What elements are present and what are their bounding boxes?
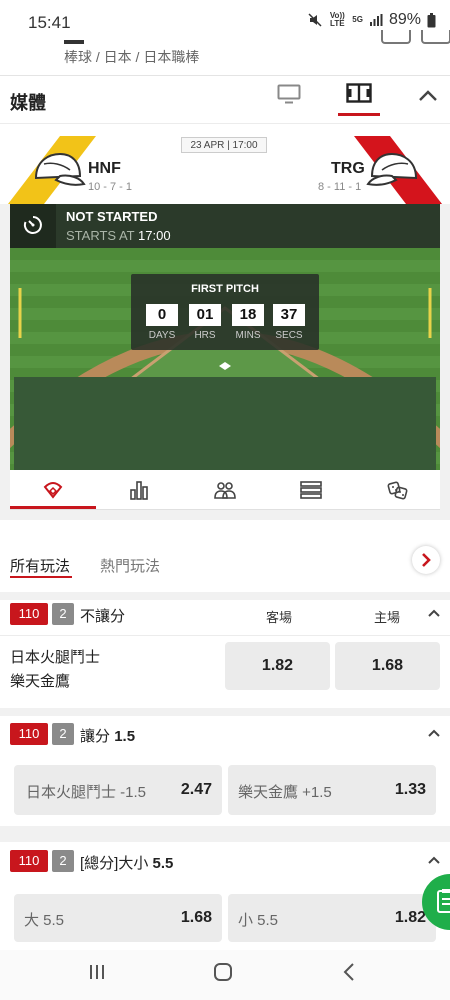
odds-value: 2.47 — [180, 781, 212, 798]
stats-icon[interactable] — [129, 480, 149, 500]
odds-button-option2[interactable]: 樂天金鷹 +1.5 1.33 — [228, 765, 436, 815]
media-tab-underline — [338, 113, 380, 116]
countdown-minutes-value: 18 — [232, 304, 264, 326]
market-title: [總分]大小 5.5 — [80, 852, 173, 873]
status-icons: Vo)) LTE 5G 89% — [308, 11, 436, 29]
field-overlay-panel — [14, 377, 436, 470]
odds-button-over[interactable]: 大 5.5 1.68 — [14, 894, 222, 942]
market-code-badge: 110 — [10, 850, 48, 872]
home-cap-icon — [34, 152, 86, 186]
odds-button-option1[interactable]: 日本火腿鬥士 -1.5 2.47 — [14, 765, 222, 815]
starts-at-time: 17:00 — [138, 228, 171, 243]
clipboard-icon — [437, 889, 450, 913]
market-code-badge: 110 — [10, 723, 48, 745]
odds-label: 日本火腿鬥士 -1.5 — [26, 784, 147, 801]
media-bar — [0, 76, 450, 124]
market-count-badge: 2 — [52, 850, 74, 872]
market-title: 讓分 1.5 — [80, 725, 135, 746]
active-tab-underline — [10, 506, 96, 509]
market-title-text: [總分]大小 — [80, 855, 149, 872]
status-time: 15:41 — [28, 13, 71, 32]
countdown-hours-value: 01 — [189, 304, 221, 326]
signal-icon — [369, 14, 383, 26]
field-icon[interactable] — [43, 481, 63, 499]
countdown-minutes-label: MINS — [235, 330, 261, 341]
odds-value: 1.68 — [371, 657, 404, 674]
recent-apps-icon[interactable] — [88, 963, 106, 981]
market-title-text: 讓分 — [80, 728, 111, 745]
collapse-chevron-icon[interactable] — [428, 729, 440, 737]
network-5g-label: 5G — [352, 15, 363, 24]
mute-icon — [308, 13, 322, 27]
column-home-label: 主場 — [374, 610, 401, 625]
starts-at-label: STARTS AT — [66, 228, 135, 243]
collapse-chevron-icon[interactable] — [428, 856, 440, 864]
standings-icon[interactable] — [300, 481, 322, 499]
home-team-record: 10 - 7 - 1 — [88, 181, 133, 193]
odds-value: 1.68 — [180, 909, 212, 926]
away-team-name: TRG — [331, 160, 365, 177]
odds-button-away[interactable]: 1.82 — [225, 642, 330, 690]
match-status: NOT STARTED — [66, 209, 158, 224]
start-time-line: STARTS AT 17:00 — [66, 228, 171, 243]
home-team-name: HNF — [88, 160, 121, 177]
countdown-days-value: 0 — [146, 304, 178, 326]
match-datetime: 23 APR | 17:00 — [181, 137, 267, 153]
away-cap-icon — [366, 152, 418, 186]
dice-icon[interactable] — [387, 480, 409, 500]
collapse-chevron-icon[interactable] — [428, 609, 440, 617]
market-count-badge: 2 — [52, 603, 74, 625]
chevron-right-icon — [422, 553, 431, 567]
odds-value: 1.82 — [394, 909, 426, 926]
odds-button-home[interactable]: 1.68 — [335, 642, 440, 690]
odds-label: 樂天金鷹 +1.5 — [238, 784, 332, 801]
back-icon[interactable] — [342, 962, 356, 982]
odds-label: 小 5.5 — [238, 912, 279, 929]
countdown-panel: FIRST PITCH 0 01 18 37 DAYS HRS MINS SEC… — [131, 274, 319, 350]
lineup-icon[interactable] — [214, 481, 236, 499]
home-icon[interactable] — [213, 962, 233, 982]
odds-value: 1.82 — [261, 657, 294, 674]
chevron-up-icon[interactable] — [418, 90, 438, 102]
market-title-line: 5.5 — [152, 855, 174, 872]
app-root: 15:41 Vo)) LTE 5G 89% 棒球 / 日本 / 日本職棒 媒體 — [0, 0, 450, 1000]
header-button-1[interactable] — [381, 30, 411, 44]
away-team-record: 8 - 11 - 1 — [318, 181, 362, 193]
team2-name: 樂天金鷹 — [10, 673, 71, 690]
countdown-hours-label: HRS — [194, 330, 216, 341]
countdown-title: FIRST PITCH — [191, 283, 259, 295]
next-tab-button[interactable] — [412, 546, 440, 574]
market-code-badge: 110 — [10, 603, 48, 625]
league-logo — [64, 40, 84, 44]
countdown-seconds-value: 37 — [273, 304, 305, 326]
countdown-days-label: DAYS — [148, 330, 176, 341]
media-title: 媒體 — [10, 93, 46, 113]
market-title: 不讓分 — [80, 608, 126, 625]
tab-hot-bets[interactable]: 熱門玩法 — [100, 555, 160, 576]
pitch-view-icon[interactable] — [346, 83, 372, 103]
network-lte-label: Vo)) LTE — [329, 11, 345, 28]
header-button-2[interactable] — [421, 30, 450, 44]
tv-icon[interactable] — [277, 84, 301, 104]
odds-value: 1.33 — [394, 781, 426, 798]
odds-button-under[interactable]: 小 5.5 1.82 — [228, 894, 436, 942]
breadcrumb[interactable]: 棒球 / 日本 / 日本職棒 — [64, 47, 199, 67]
battery-icon — [427, 12, 436, 27]
column-away-label: 客場 — [266, 610, 293, 625]
tab-all-bets-underline — [10, 576, 72, 578]
battery-percent: 89% — [388, 11, 421, 28]
team1-name: 日本火腿鬥士 — [10, 649, 101, 666]
market-count-badge: 2 — [52, 723, 74, 745]
market-title-line: 1.5 — [114, 728, 136, 745]
timer-icon — [23, 216, 42, 234]
odds-label: 大 5.5 — [24, 912, 65, 929]
countdown-seconds-label: SECS — [275, 330, 303, 341]
tab-all-bets[interactable]: 所有玩法 — [10, 555, 70, 576]
